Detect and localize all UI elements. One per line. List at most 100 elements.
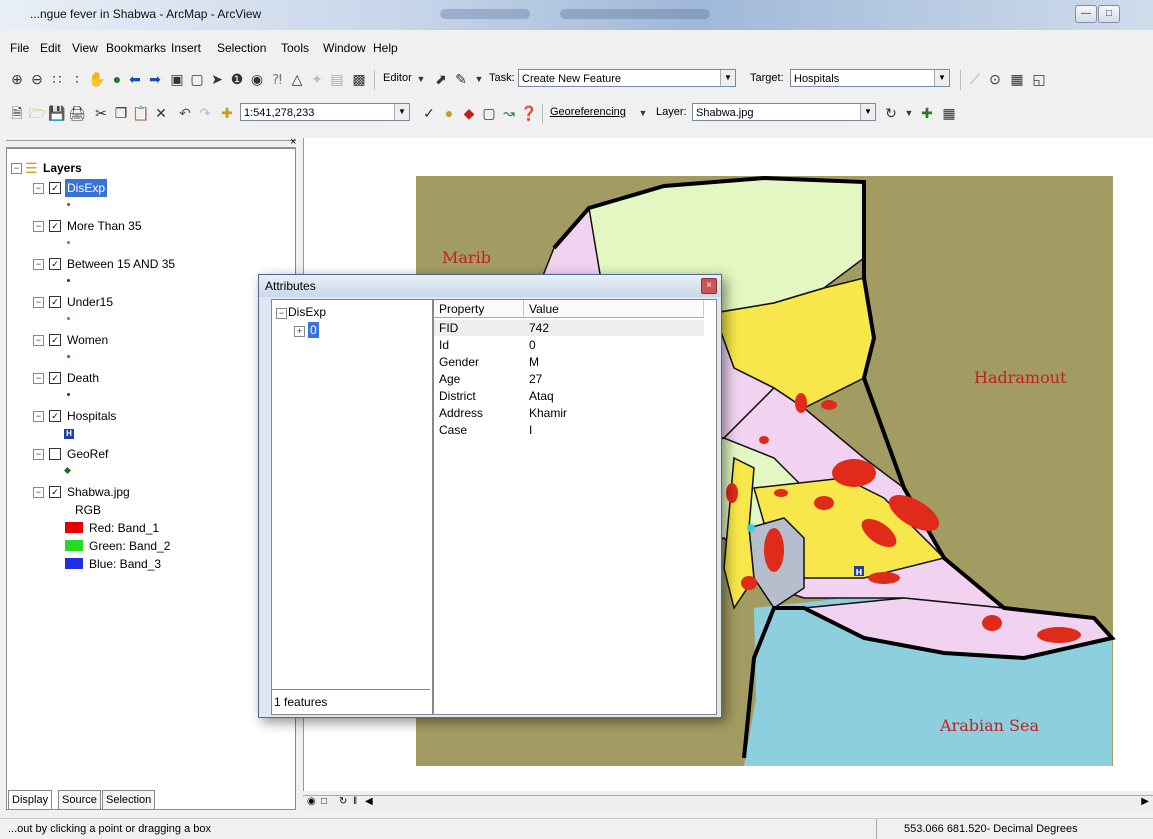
menu-bookmarks[interactable]: Bookmarks	[106, 41, 166, 55]
tab-selection[interactable]: Selection	[102, 790, 156, 810]
identify-icon[interactable]: ❶	[228, 70, 246, 88]
save-icon[interactable]: 💾	[48, 104, 66, 122]
layer-checkbox[interactable]: ✓	[49, 410, 61, 422]
target-dropdown[interactable]: Hospitals ▼	[790, 69, 950, 87]
close-icon[interactable]: ×	[290, 136, 296, 148]
collapse-icon[interactable]: −	[33, 335, 44, 346]
toc-layer-georef[interactable]: − GeoRef	[33, 445, 273, 463]
collapse-icon[interactable]: −	[33, 373, 44, 384]
layer-checkbox-unchecked[interactable]	[49, 448, 61, 460]
task-dropdown[interactable]: Create New Feature ▼	[518, 69, 736, 87]
toc-layer-shabwa-jpg[interactable]: − ✓ Shabwa.jpg	[33, 483, 273, 501]
delete-icon[interactable]: ✕	[152, 104, 170, 122]
attr-value[interactable]: 0	[529, 337, 536, 353]
chevron-down-icon[interactable]: ▼	[470, 70, 488, 88]
expand-icon[interactable]: +	[294, 326, 305, 337]
sketch-properties-icon[interactable]: ◱	[1030, 70, 1048, 88]
tree-root-label[interactable]: DisExp	[288, 304, 326, 320]
dialog-title-bar[interactable]: Attributes ×	[259, 275, 721, 297]
collapse-icon[interactable]: −	[33, 449, 44, 460]
collapse-icon[interactable]: −	[33, 487, 44, 498]
clear-selection-icon[interactable]: ▢	[188, 70, 206, 88]
create-viewer-icon[interactable]: ▩	[350, 70, 368, 88]
tab-display[interactable]: Display	[8, 790, 53, 810]
hyperlink-icon[interactable]: ✦	[308, 70, 326, 88]
layer-checkbox[interactable]: ✓	[49, 182, 61, 194]
column-header-value[interactable]: Value	[524, 300, 704, 318]
layer-checkbox[interactable]: ✓	[49, 220, 61, 232]
cut-icon[interactable]: ✂	[92, 104, 110, 122]
toc-layer-under15[interactable]: − ✓ Under15	[33, 293, 273, 311]
layer-checkbox[interactable]: ✓	[49, 372, 61, 384]
edit-tool-icon[interactable]: ⬈	[432, 70, 450, 88]
menu-file[interactable]: File	[10, 41, 29, 55]
toc-layer-death[interactable]: − ✓ Death	[33, 369, 273, 387]
open-folder-icon[interactable]: 🗁	[28, 104, 46, 122]
attr-value[interactable]: I	[529, 422, 532, 438]
editor-menu[interactable]: Editor	[383, 72, 412, 84]
collapse-icon[interactable]: −	[33, 297, 44, 308]
menu-edit[interactable]: Edit	[40, 41, 61, 55]
modelbuilder-icon[interactable]: ↝	[500, 104, 518, 122]
map-horizontal-scrollbar[interactable]: ◉ □ ↻ ‖ ◀ ▶	[303, 795, 1153, 812]
collapse-icon[interactable]: −	[33, 259, 44, 270]
forward-extent-icon[interactable]: ➡	[146, 70, 164, 88]
attr-value[interactable]: M	[529, 354, 539, 370]
whats-this-icon[interactable]: ❓	[520, 104, 538, 122]
toc-layer-disexp[interactable]: − ✓ DisExp	[33, 179, 273, 197]
select-elements-icon[interactable]: ➤	[208, 70, 226, 88]
toc-layer-women[interactable]: − ✓ Women	[33, 331, 273, 349]
chevron-down-icon[interactable]: ▼	[634, 104, 652, 122]
view-link-table-icon[interactable]: ▦	[940, 104, 958, 122]
maximize-icon[interactable]: □	[1098, 5, 1120, 23]
layout-view-icon[interactable]: □	[321, 796, 327, 807]
zoom-in-icon[interactable]: ⊕	[8, 70, 26, 88]
georeferencing-menu[interactable]: Georeferencing	[550, 106, 626, 118]
collapse-icon[interactable]: −	[33, 221, 44, 232]
redo-icon[interactable]: ↷	[196, 104, 214, 122]
add-control-points-icon[interactable]: ✚	[918, 104, 936, 122]
tab-source[interactable]: Source	[58, 790, 101, 810]
column-header-property[interactable]: Property	[434, 300, 524, 318]
tree-feature-0[interactable]: 0	[308, 322, 319, 338]
layer-checkbox[interactable]: ✓	[49, 258, 61, 270]
layer-checkbox[interactable]: ✓	[49, 334, 61, 346]
fixed-zoom-out-icon[interactable]: ∶	[68, 70, 86, 88]
collapse-icon[interactable]: −	[33, 411, 44, 422]
pause-icon[interactable]: ‖	[353, 796, 357, 807]
full-extent-icon[interactable]: ●	[108, 70, 126, 88]
collapse-icon[interactable]: −	[33, 183, 44, 194]
refresh-icon[interactable]: ↻	[339, 796, 347, 807]
print-icon[interactable]: 🖨	[68, 104, 86, 122]
menu-tools[interactable]: Tools	[281, 41, 309, 55]
chevron-down-icon[interactable]: ▼	[860, 104, 875, 120]
rotate-tool-icon[interactable]: ⊙	[986, 70, 1004, 88]
arctoolbox-icon[interactable]: ◆	[460, 104, 478, 122]
attr-value[interactable]: 27	[529, 371, 542, 387]
layer-checkbox[interactable]: ✓	[49, 486, 61, 498]
command-line-icon[interactable]: ▢	[480, 104, 498, 122]
attr-value[interactable]: 742	[529, 320, 549, 336]
select-features-icon[interactable]: ▣	[168, 70, 186, 88]
toc-layer-between-15-and-35[interactable]: − ✓ Between 15 AND 35	[33, 255, 273, 273]
map-scale-dropdown[interactable]: 1:541,278,233 ▼	[240, 103, 410, 121]
layer-checkbox[interactable]: ✓	[49, 296, 61, 308]
back-extent-icon[interactable]: ⬅	[126, 70, 144, 88]
find-icon[interactable]: ◉	[248, 70, 266, 88]
pan-icon[interactable]: ✋	[88, 70, 106, 88]
undo-icon[interactable]: ↶	[176, 104, 194, 122]
chevron-down-icon[interactable]: ▼	[412, 70, 430, 88]
measure-icon[interactable]: △	[288, 70, 306, 88]
paste-icon[interactable]: 📋	[132, 104, 150, 122]
selected-feature-point[interactable]	[747, 524, 755, 532]
scroll-right-icon[interactable]: ▶	[1141, 796, 1149, 807]
rotate-georef-icon[interactable]: ↻	[882, 104, 900, 122]
go-to-xy-icon[interactable]: ⁈	[268, 70, 286, 88]
chevron-down-icon[interactable]: ▼	[900, 104, 918, 122]
minimize-icon[interactable]: —	[1075, 5, 1097, 23]
toc-root[interactable]: − ☰ Layers	[11, 159, 271, 177]
toc-layer-more-than-35[interactable]: − ✓ More Than 35	[33, 217, 273, 235]
html-popup-icon[interactable]: ▤	[328, 70, 346, 88]
fixed-zoom-in-icon[interactable]: ∷	[48, 70, 66, 88]
data-view-icon[interactable]: ◉	[307, 796, 316, 807]
